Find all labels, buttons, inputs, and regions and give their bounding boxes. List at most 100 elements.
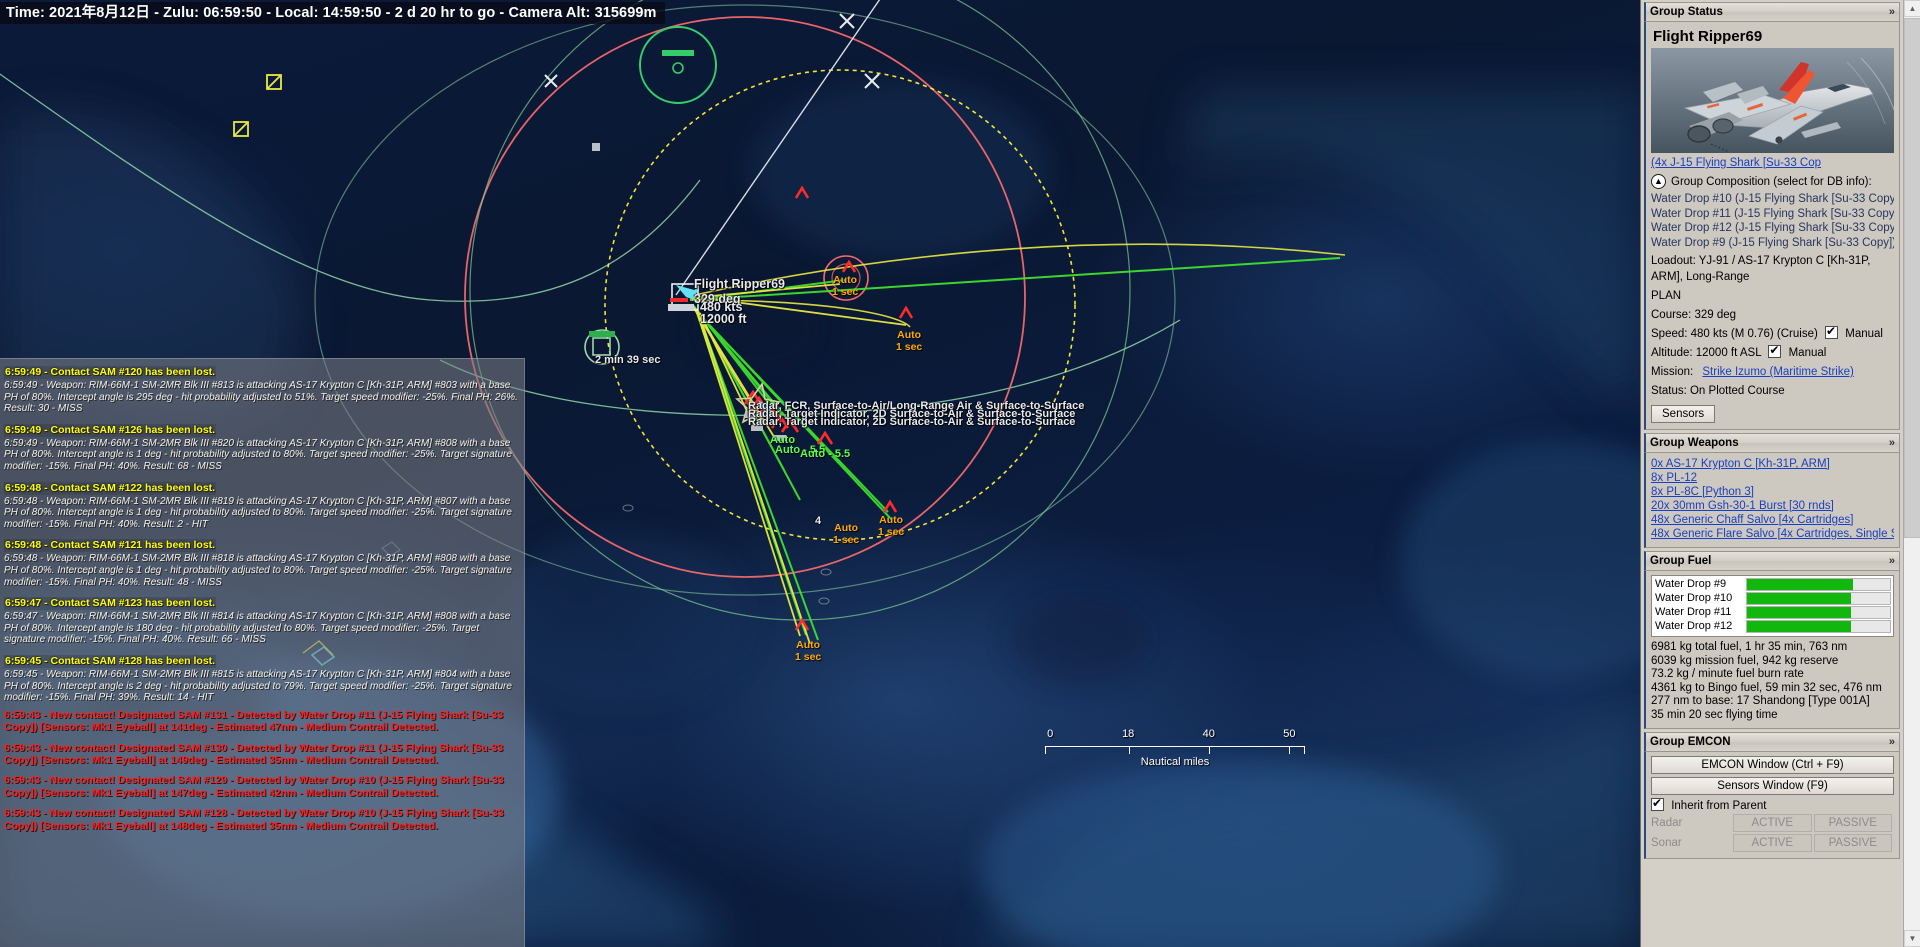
emcon-rows: Radar ACTIVE PASSIVE Sonar ACTIVE PASSIVE bbox=[1651, 814, 1894, 852]
speed-manual-label: Manual bbox=[1845, 328, 1883, 340]
section-header-group-emcon[interactable]: Group EMCON » bbox=[1644, 732, 1900, 752]
fuel-bar-label: Water Drop #12 bbox=[1655, 620, 1733, 632]
inherit-from-parent-checkbox[interactable] bbox=[1651, 796, 1664, 811]
weapon-item[interactable]: 0x AS-17 Krypton C [Kh-31P, ARM] bbox=[1651, 457, 1894, 471]
section-body-group-status: Flight Ripper69 (4x J-15 Flying Shark [S… bbox=[1644, 22, 1900, 430]
fuel-bar-fill bbox=[1747, 593, 1852, 604]
fuel-summary-line: 6039 kg mission fuel, 942 kg reserve bbox=[1651, 654, 1839, 667]
fuel-bar-label: Water Drop #9 bbox=[1655, 578, 1727, 590]
aircraft-type-link[interactable]: (4x J-15 Flying Shark [Su-33 Cop bbox=[1651, 157, 1894, 169]
altitude-text: Altitude: 12000 ft ASL bbox=[1651, 347, 1762, 359]
fuel-summary-line: 35 min 20 sec flying time bbox=[1651, 708, 1778, 721]
log-entry[interactable]: 6:59:43 - New contact! Designated SAM #1… bbox=[4, 709, 520, 734]
log-entry-new-contact: 6:59:43 - New contact! Designated SAM #1… bbox=[4, 708, 504, 734]
aircraft-photo bbox=[1651, 48, 1894, 153]
section-title-group-emcon: Group EMCON bbox=[1650, 736, 1731, 748]
section-body-group-weapons: 0x AS-17 Krypton C [Kh-31P, ARM] 8x PL-12… bbox=[1644, 453, 1900, 548]
sensors-button[interactable]: Sensors bbox=[1651, 405, 1716, 423]
section-title-group-fuel: Group Fuel bbox=[1650, 555, 1712, 567]
weapon-item[interactable]: 48x Generic Chaff Salvo [4x Cartridges] bbox=[1651, 513, 1894, 527]
log-entry[interactable]: 6:59:43 - New contact! Designated SAM #1… bbox=[4, 742, 520, 767]
log-entry-detail: 6:59:47 - Weapon: RIM-66M-1 SM-2MR Blk I… bbox=[4, 611, 511, 646]
fuel-summary-line: 6981 kg total fuel, 1 hr 35 min, 763 nm bbox=[1651, 641, 1848, 653]
chevron-up-icon[interactable]: » bbox=[1889, 733, 1895, 751]
fuel-bar-fill bbox=[1747, 579, 1853, 590]
chevron-up-icon[interactable]: » bbox=[1889, 552, 1895, 570]
chevron-up-icon[interactable]: » bbox=[1889, 434, 1895, 452]
scale-tick-0: 0 bbox=[1047, 728, 1054, 740]
side-panel[interactable]: Group Status » Flight Ripper69 (4x J-15 … bbox=[1640, 0, 1920, 947]
fuel-summary-line: 73.2 kg / minute fuel burn rate bbox=[1651, 668, 1804, 680]
scale-tick-1: 18 bbox=[1122, 728, 1135, 740]
collapse-circle-icon[interactable]: ▲ bbox=[1651, 174, 1666, 189]
log-entry[interactable]: 6:59:48 - Contact SAM #122 has been lost… bbox=[4, 478, 520, 531]
fuel-bar-fill bbox=[1747, 621, 1852, 632]
section-header-group-status[interactable]: Group Status » bbox=[1644, 2, 1900, 22]
side-text: PLAN bbox=[1651, 290, 1682, 302]
scroll-up-icon[interactable]: ▲ bbox=[1904, 0, 1920, 17]
speed-manual-checkbox[interactable] bbox=[1825, 324, 1839, 339]
log-entry[interactable]: 6:59:45 - Contact SAM #128 has been lost… bbox=[4, 651, 520, 704]
fuel-summary-line: 4361 kg to Bingo fuel, 59 min 32 sec, 47… bbox=[1651, 681, 1882, 694]
emcon-passive-button[interactable]: PASSIVE bbox=[1813, 814, 1892, 832]
log-entry[interactable]: 6:59:47 - Contact SAM #123 has been lost… bbox=[4, 593, 520, 646]
log-entry[interactable]: 6:59:49 - Contact SAM #120 has been lost… bbox=[4, 362, 520, 415]
fuel-summary-lines: 6981 kg total fuel, 1 hr 35 min, 763 nm 6… bbox=[1651, 641, 1894, 722]
log-entry-new-contact: 6:59:43 - New contact! Designated SAM #1… bbox=[4, 807, 504, 832]
scroll-down-icon[interactable]: ▼ bbox=[1904, 930, 1920, 947]
sensors-window-button[interactable]: Sensors Window (F9) bbox=[1651, 777, 1894, 795]
fuel-bar-track bbox=[1746, 606, 1891, 619]
log-entry[interactable]: 6:59:43 - New contact! Designated SAM #1… bbox=[4, 774, 520, 799]
weapon-item[interactable]: 20x 30mm Gsh-30-1 Burst [30 rnds] bbox=[1651, 499, 1894, 513]
altitude-manual-checkbox[interactable] bbox=[1768, 343, 1782, 358]
log-entry-new-contact: 6:59:43 - New contact! Designated SAM #1… bbox=[4, 741, 504, 766]
scrollbar-thumb[interactable] bbox=[1904, 18, 1920, 538]
flight-name: Flight Ripper69 bbox=[1653, 28, 1763, 45]
emcon-window-button[interactable]: EMCON Window (Ctrl + F9) bbox=[1651, 756, 1894, 774]
log-entry[interactable]: 6:59:49 - Contact SAM #126 has been lost… bbox=[4, 420, 520, 473]
composition-item[interactable]: Water Drop #10 (J-15 Flying Shark [Su-33… bbox=[1651, 192, 1894, 207]
scale-tick-3: 50 bbox=[1283, 728, 1296, 740]
altitude-manual-label: Manual bbox=[1788, 347, 1827, 359]
composition-item[interactable]: Water Drop #9 (J-15 Flying Shark [Su-33 … bbox=[1651, 236, 1894, 251]
fuel-summary-line: 277 nm to base: 17 Shandong [Type 001A] bbox=[1651, 695, 1870, 707]
weapon-item[interactable]: 8x PL-12 bbox=[1651, 471, 1894, 485]
log-entry[interactable]: 6:59:48 - Contact SAM #121 has been lost… bbox=[4, 535, 520, 588]
fuel-bars-container: Water Drop #9 Water Drop #10 Water Drop #1… bbox=[1651, 575, 1894, 637]
message-list: 6:59:49 - Contact SAM #120 has been lost… bbox=[4, 362, 520, 832]
fuel-bar-row: Water Drop #12 bbox=[1654, 620, 1891, 633]
group-weapons-list: 0x AS-17 Krypton C [Kh-31P, ARM] 8x PL-12… bbox=[1651, 457, 1894, 541]
log-entry-detail: 6:59:45 - Weapon: RIM-66M-1 SM-2MR Blk I… bbox=[4, 668, 512, 704]
fuel-bar-row: Water Drop #9 bbox=[1654, 578, 1891, 591]
message-log[interactable]: 6:59:49 - Contact SAM #120 has been lost… bbox=[0, 358, 525, 947]
side-panel-content: Group Status » Flight Ripper69 (4x J-15 … bbox=[1641, 0, 1903, 947]
emcon-row: Sonar ACTIVE PASSIVE bbox=[1651, 834, 1894, 852]
fuel-bar-track bbox=[1746, 620, 1891, 633]
scale-tick-2: 40 bbox=[1202, 728, 1215, 740]
log-entry-detail: 6:59:48 - Weapon: RIM-66M-1 SM-2MR Blk I… bbox=[4, 553, 512, 588]
weapon-item[interactable]: 8x PL-8C [Python 3] bbox=[1651, 485, 1894, 499]
chevron-up-icon[interactable]: » bbox=[1889, 3, 1895, 21]
mission-link[interactable]: Strike Izumo (Maritime Strike) bbox=[1702, 366, 1853, 378]
section-body-group-emcon: EMCON Window (Ctrl + F9) Sensors Window … bbox=[1644, 752, 1900, 859]
section-header-group-weapons[interactable]: Group Weapons » bbox=[1644, 433, 1900, 453]
emcon-active-button[interactable]: ACTIVE bbox=[1733, 834, 1812, 852]
section-header-group-fuel[interactable]: Group Fuel » bbox=[1644, 551, 1900, 571]
fuel-bar-row: Water Drop #10 bbox=[1654, 592, 1891, 605]
log-entry[interactable]: 6:59:43 - New contact! Designated SAM #1… bbox=[4, 807, 520, 832]
section-title-group-status: Group Status bbox=[1650, 6, 1723, 18]
log-entry-detail: 6:59:48 - Weapon: RIM-66M-1 SM-2MR Blk I… bbox=[4, 495, 512, 530]
weapon-item[interactable]: 48x Generic Flare Salvo [4x Cartridges, … bbox=[1651, 527, 1894, 541]
composition-item[interactable]: Water Drop #11 (J-15 Flying Shark [Su-33… bbox=[1651, 207, 1894, 222]
emcon-passive-button[interactable]: PASSIVE bbox=[1813, 834, 1892, 852]
mission-row: Mission: Strike Izumo (Maritime Strike) bbox=[1651, 364, 1894, 380]
emcon-active-button[interactable]: ACTIVE bbox=[1733, 814, 1812, 832]
section-body-group-fuel: Water Drop #9 Water Drop #10 Water Drop #1… bbox=[1644, 571, 1900, 729]
emcon-row-label: Sonar bbox=[1651, 837, 1682, 849]
fuel-bar-label: Water Drop #11 bbox=[1655, 606, 1732, 618]
emcon-row-label: Radar bbox=[1651, 817, 1683, 829]
log-entry-headline: 6:59:49 - Contact SAM #126 has been lost… bbox=[4, 423, 217, 437]
group-composition-list: Water Drop #10 (J-15 Flying Shark [Su-33… bbox=[1651, 192, 1894, 250]
panel-scrollbar[interactable]: ▲ ▼ bbox=[1903, 0, 1920, 947]
composition-item[interactable]: Water Drop #12 (J-15 Flying Shark [Su-33… bbox=[1651, 221, 1894, 236]
